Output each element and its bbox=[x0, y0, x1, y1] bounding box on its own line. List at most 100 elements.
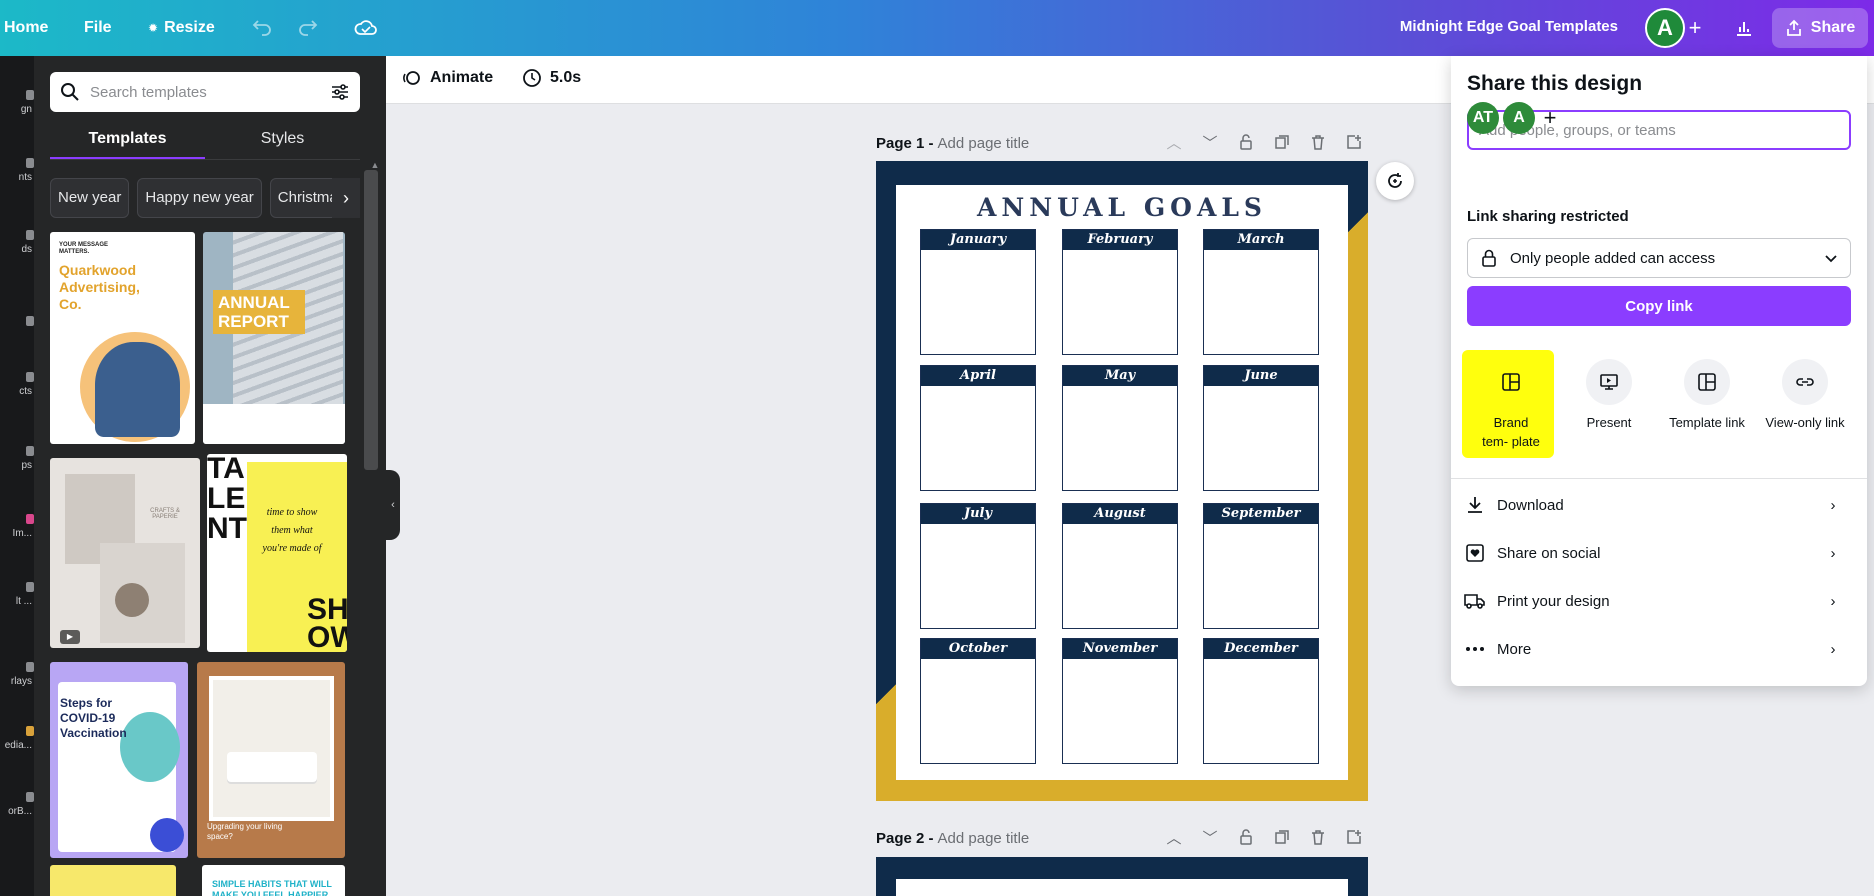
template-card-living-space[interactable]: Upgrading your living space? bbox=[197, 662, 345, 858]
refresh-comment-button[interactable] bbox=[1376, 162, 1414, 200]
template-link-option[interactable]: Template link bbox=[1657, 359, 1757, 432]
filter-icon[interactable] bbox=[330, 82, 350, 102]
user-avatar[interactable]: A bbox=[1645, 8, 1685, 48]
panel-scrollbar[interactable] bbox=[364, 170, 378, 470]
template-text: Steps for COVID-19 Vaccination bbox=[60, 696, 127, 740]
rail-item-text[interactable] bbox=[0, 310, 34, 354]
analytics-icon[interactable] bbox=[1730, 14, 1758, 42]
template-card-annual-report[interactable]: ANNUAL REPORT bbox=[203, 232, 345, 444]
month-box-november[interactable]: November bbox=[1062, 638, 1178, 764]
copy-link-button[interactable]: Copy link bbox=[1467, 286, 1851, 326]
link-access-select[interactable]: Only people added can access bbox=[1467, 238, 1851, 278]
page-title-input[interactable]: Add page title bbox=[938, 830, 1030, 847]
avatar[interactable]: AT bbox=[1467, 102, 1499, 134]
present-option[interactable]: Present bbox=[1559, 359, 1659, 432]
rail-item-projects[interactable]: cts bbox=[0, 366, 34, 410]
animate-button[interactable]: Animate bbox=[402, 68, 493, 88]
chip-new-year[interactable]: New year bbox=[50, 178, 130, 218]
rail-item-brands[interactable]: ds bbox=[0, 224, 34, 268]
month-label: June bbox=[1204, 366, 1318, 386]
rail-item-design[interactable]: gn bbox=[0, 84, 34, 128]
month-box-june[interactable]: June bbox=[1203, 365, 1319, 491]
rail-item-images[interactable]: Im... bbox=[0, 508, 34, 552]
rail-item-apps[interactable]: ps bbox=[0, 440, 34, 484]
month-box-january[interactable]: January bbox=[920, 229, 1036, 355]
page-1-header: Page 1 - Add page title bbox=[876, 135, 1029, 152]
view-only-link-option[interactable]: View-only link bbox=[1755, 359, 1855, 432]
chevron-down-icon[interactable]: ﹀ bbox=[1202, 829, 1218, 847]
duplicate-icon[interactable] bbox=[1274, 829, 1290, 845]
undo-icon[interactable] bbox=[248, 14, 276, 42]
tab-templates[interactable]: Templates bbox=[50, 120, 205, 159]
link-sharing-heading: Link sharing restricted bbox=[1467, 208, 1629, 225]
search-icon bbox=[61, 83, 79, 101]
design-page-2[interactable] bbox=[876, 857, 1368, 896]
duration-button[interactable]: 5.0s bbox=[522, 68, 581, 88]
month-box-march[interactable]: March bbox=[1203, 229, 1319, 355]
add-page-icon[interactable] bbox=[1346, 134, 1362, 150]
brand-template-option[interactable]: Brand tem- plate bbox=[1461, 359, 1561, 451]
month-box-september[interactable]: September bbox=[1203, 503, 1319, 629]
chevron-up-icon[interactable]: ︿ bbox=[1166, 829, 1182, 847]
month-box-february[interactable]: February bbox=[1062, 229, 1178, 355]
template-card-covid[interactable]: Steps for COVID-19 Vaccination bbox=[50, 662, 188, 858]
trash-icon[interactable] bbox=[1310, 134, 1326, 150]
lock-icon[interactable] bbox=[1238, 829, 1254, 845]
play-icon: ▶ bbox=[60, 630, 80, 644]
trash-icon[interactable] bbox=[1310, 829, 1326, 845]
share-on-social-row[interactable]: Share on social › bbox=[1463, 529, 1843, 577]
add-collaborator-icon[interactable]: + bbox=[1534, 102, 1566, 134]
month-box-august[interactable]: August bbox=[1062, 503, 1178, 629]
cloud-save-icon[interactable] bbox=[352, 14, 380, 42]
home-button[interactable]: Home bbox=[0, 12, 54, 44]
design-title[interactable]: ANNUAL GOALS bbox=[896, 193, 1348, 222]
chevron-down-icon[interactable]: ﹀ bbox=[1202, 134, 1218, 152]
design-icon bbox=[26, 90, 34, 100]
chevron-up-icon[interactable]: ︿ bbox=[1166, 134, 1182, 152]
tab-styles[interactable]: Styles bbox=[205, 120, 360, 159]
search-bar[interactable] bbox=[50, 72, 360, 112]
month-label: August bbox=[1063, 504, 1177, 524]
chevron-right-icon[interactable]: › bbox=[332, 178, 360, 218]
share-button[interactable]: Share bbox=[1772, 8, 1868, 48]
template-photo bbox=[115, 583, 149, 617]
template-card-yellow[interactable] bbox=[50, 865, 176, 896]
resize-button[interactable]: ✹ Resize bbox=[142, 12, 221, 44]
template-photo bbox=[80, 332, 190, 442]
month-box-april[interactable]: April bbox=[920, 365, 1036, 491]
month-box-may[interactable]: May bbox=[1062, 365, 1178, 491]
page-title-input[interactable]: Add page title bbox=[938, 135, 1030, 152]
month-box-july[interactable]: July bbox=[920, 503, 1036, 629]
add-page-icon[interactable] bbox=[1346, 829, 1362, 845]
template-card-quarkwood[interactable]: YOUR MESSAGE MATTERS. Quarkwood Advertis… bbox=[50, 232, 195, 444]
template-card-talent[interactable]: TA LE NT time to show them what you're m… bbox=[207, 454, 347, 652]
more-row[interactable]: More › bbox=[1463, 625, 1843, 673]
design-page-1[interactable]: ANNUAL GOALS January February March Apri… bbox=[876, 161, 1368, 801]
redo-icon[interactable] bbox=[294, 14, 322, 42]
file-menu-button[interactable]: File bbox=[78, 12, 118, 44]
chip-happy-new-year[interactable]: Happy new year bbox=[137, 178, 262, 218]
rail-item-elements[interactable]: nts bbox=[0, 152, 34, 196]
template-card-habits[interactable]: SIMPLE HABITS THAT WILL MAKE YOU FEEL HA… bbox=[202, 865, 345, 896]
month-box-december[interactable]: December bbox=[1203, 638, 1319, 764]
rail-item-media[interactable]: edia... bbox=[0, 720, 34, 764]
link-access-value: Only people added can access bbox=[1510, 249, 1716, 267]
elements-icon bbox=[26, 158, 34, 168]
month-label: May bbox=[1063, 366, 1177, 386]
print-design-row[interactable]: Print your design › bbox=[1463, 577, 1843, 625]
rail-item-colorb[interactable]: orB... bbox=[0, 786, 34, 830]
duplicate-icon[interactable] bbox=[1274, 134, 1290, 150]
document-title[interactable]: Midnight Edge Goal Templates bbox=[1400, 18, 1618, 35]
month-box-october[interactable]: October bbox=[920, 638, 1036, 764]
collapse-panel-handle[interactable]: ‹ bbox=[386, 470, 400, 540]
page-2-header: Page 2 - Add page title bbox=[876, 830, 1029, 847]
search-input[interactable] bbox=[90, 83, 320, 101]
avatar[interactable]: A bbox=[1503, 102, 1535, 134]
plus-icon[interactable]: + bbox=[1681, 14, 1709, 42]
rail-item-overlays[interactable]: rlays bbox=[0, 656, 34, 700]
download-row[interactable]: Download › bbox=[1463, 481, 1843, 529]
template-card-crafts[interactable]: CRAFTS & PAPERIE ▶ bbox=[50, 458, 200, 648]
rail-item-built[interactable]: lt ... bbox=[0, 576, 34, 620]
lock-icon[interactable] bbox=[1238, 134, 1254, 150]
share-label: Share bbox=[1810, 19, 1856, 36]
